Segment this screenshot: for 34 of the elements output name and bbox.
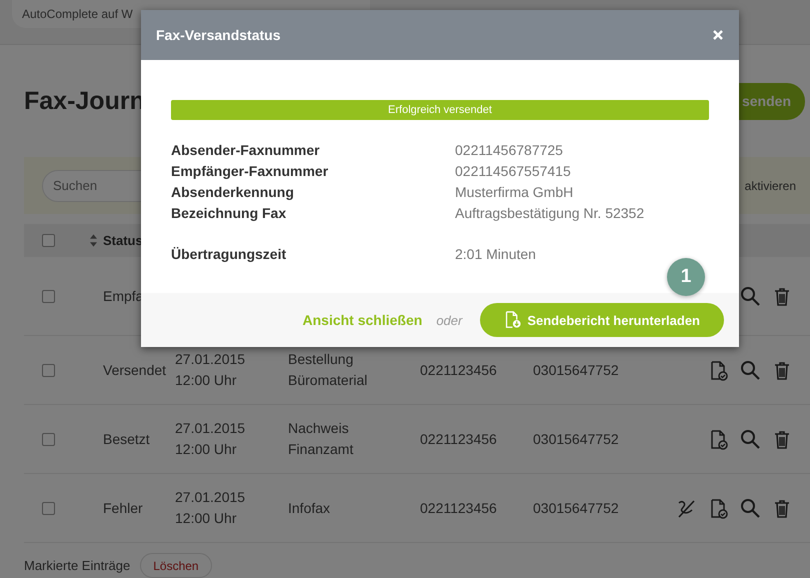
bulk-label: Markierte Einträge xyxy=(24,558,130,573)
step-number-badge: 1 xyxy=(667,258,705,296)
field-label: Bezeichnung Fax xyxy=(171,205,288,222)
field-value: Auftragsbestätigung Nr. 52352 xyxy=(455,205,646,222)
table-cell-text: 27.01.2015 xyxy=(175,350,246,369)
table-cell-text: Nachweis Finanzamt xyxy=(288,419,354,459)
table-cell-text: Infofax xyxy=(288,498,332,518)
table-cell: 03015647752 xyxy=(533,362,619,378)
field-value: Musterfirma GmbH xyxy=(455,184,574,201)
table-cell-text: Fehler xyxy=(102,500,144,516)
field-value: 022114567557415 xyxy=(455,163,572,180)
table-cell: 03015647752 xyxy=(533,431,619,447)
table-cell-text: Versendet xyxy=(102,362,168,378)
dialog-title: Fax-Versandstatus xyxy=(156,27,280,43)
table-cell: 0221123456 xyxy=(420,431,497,447)
table-cell-text: 27.01.2015 xyxy=(175,488,246,507)
field-label: Absenderkennung xyxy=(171,184,295,201)
table-cell-text: Bestellung Büromaterial xyxy=(288,350,368,390)
separator-text: oder xyxy=(436,312,462,328)
table-cell-text: 12:00 Uhr xyxy=(175,440,238,459)
table-cell: 03015647752 xyxy=(533,500,619,516)
table-cell-text: 27.01.2015 xyxy=(175,419,246,438)
table-cell-text: Besetzt xyxy=(102,431,151,447)
table-cell-text: 12:00 Uhr xyxy=(175,371,238,390)
status-banner: Erfolgreich versendet xyxy=(171,100,709,120)
field-label: Absender-Faxnummer xyxy=(171,142,321,159)
table-cell: 0221123456 xyxy=(420,500,497,516)
field-label: Übertragungszeit xyxy=(171,246,288,263)
page-title: Fax-Journ xyxy=(24,86,145,116)
table-cell-text: 12:00 Uhr xyxy=(175,509,238,528)
field-label: Empfänger-Faxnummer xyxy=(171,163,330,180)
table-cell: 0221123456 xyxy=(420,362,497,378)
field-value: 02211456787725 xyxy=(455,142,564,159)
field-value: 2:01 Minuten xyxy=(455,246,537,263)
